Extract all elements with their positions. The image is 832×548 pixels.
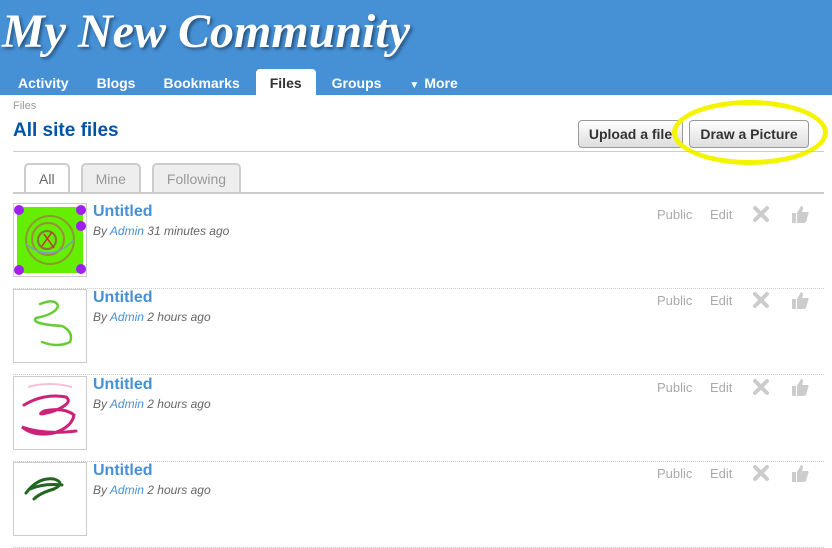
file-byline: By Admin 31 minutes ago — [93, 224, 229, 238]
file-thumbnail[interactable] — [13, 289, 87, 363]
delete-icon[interactable] — [752, 291, 770, 309]
nav-item-blogs[interactable]: Blogs — [83, 69, 150, 95]
upload-file-button[interactable]: Upload a file — [578, 120, 683, 148]
access-label: Public — [657, 380, 693, 395]
edit-link[interactable]: Edit — [710, 293, 732, 308]
nav-item-more[interactable]: ▼ More — [395, 69, 471, 95]
access-label: Public — [657, 207, 693, 222]
file-title[interactable]: Untitled — [93, 203, 153, 221]
edit-link[interactable]: Edit — [710, 380, 732, 395]
nav-item-files[interactable]: Files — [255, 69, 316, 95]
breadcrumb[interactable]: Files — [13, 100, 36, 112]
page-title: All site files — [13, 120, 119, 141]
pink-scribble-drawing — [21, 383, 78, 436]
delete-icon[interactable] — [752, 378, 770, 396]
file-thumbnail[interactable] — [13, 462, 87, 536]
file-timestamp: 2 hours ago — [147, 310, 211, 324]
author-link[interactable]: Admin — [110, 483, 144, 497]
file-byline: By Admin 2 hours ago — [93, 483, 211, 497]
file-byline: By Admin 2 hours ago — [93, 310, 211, 324]
file-byline: By Admin 2 hours ago — [93, 397, 211, 411]
tab-following[interactable]: Following — [151, 163, 242, 192]
site-header: My New Community Activity Blogs Bookmark… — [0, 0, 832, 95]
nav-item-bookmarks[interactable]: Bookmarks — [149, 69, 253, 95]
main-nav: Activity Blogs Bookmarks Files Groups ▼ M… — [4, 69, 472, 95]
author-link[interactable]: Admin — [110, 310, 144, 324]
file-row: Untitled By Admin 2 hours ago Public Edi… — [13, 289, 824, 375]
nav-item-activity[interactable]: Activity — [4, 69, 83, 95]
thumbs-up-icon[interactable] — [790, 463, 810, 483]
highlight-circle — [672, 100, 828, 165]
author-link[interactable]: Admin — [110, 397, 144, 411]
author-link[interactable]: Admin — [110, 224, 144, 238]
nav-item-groups[interactable]: Groups — [318, 69, 396, 95]
access-label: Public — [657, 293, 693, 308]
green-spiral-drawing — [14, 205, 86, 275]
file-row: Untitled By Admin 2 hours ago Public Edi… — [13, 376, 824, 462]
byline-prefix: By — [93, 310, 108, 324]
file-title[interactable]: Untitled — [93, 376, 153, 394]
thumbs-up-icon[interactable] — [790, 290, 810, 310]
byline-prefix: By — [93, 483, 108, 497]
file-timestamp: 31 minutes ago — [147, 224, 230, 238]
file-title[interactable]: Untitled — [93, 462, 153, 480]
tab-mine[interactable]: Mine — [80, 163, 141, 192]
file-thumbnail[interactable] — [13, 203, 87, 277]
title-divider — [13, 151, 824, 152]
nav-item-more-label: More — [424, 75, 458, 91]
site-title[interactable]: My New Community — [2, 4, 410, 59]
tabs-divider — [13, 192, 824, 194]
file-row: Untitled By Admin 2 hours ago Public Edi… — [13, 462, 824, 548]
dark-green-scribble-drawing — [24, 477, 64, 501]
thumbs-up-icon[interactable] — [790, 377, 810, 397]
file-timestamp: 2 hours ago — [147, 397, 211, 411]
green-squiggle-drawing — [33, 300, 73, 347]
triangle-down-icon: ▼ — [409, 80, 420, 91]
file-title[interactable]: Untitled — [93, 289, 153, 307]
delete-icon[interactable] — [752, 464, 770, 482]
file-timestamp: 2 hours ago — [147, 483, 211, 497]
byline-prefix: By — [93, 397, 108, 411]
edit-link[interactable]: Edit — [710, 207, 732, 222]
file-row: Untitled By Admin 31 minutes ago Public … — [13, 203, 824, 289]
thumbs-up-icon[interactable] — [790, 204, 810, 224]
filter-tabs: All Mine Following — [24, 163, 252, 194]
access-label: Public — [657, 466, 693, 481]
edit-link[interactable]: Edit — [710, 466, 732, 481]
file-thumbnail[interactable] — [13, 376, 87, 450]
delete-icon[interactable] — [752, 205, 770, 223]
tab-all[interactable]: All — [24, 163, 70, 194]
byline-prefix: By — [93, 224, 108, 238]
